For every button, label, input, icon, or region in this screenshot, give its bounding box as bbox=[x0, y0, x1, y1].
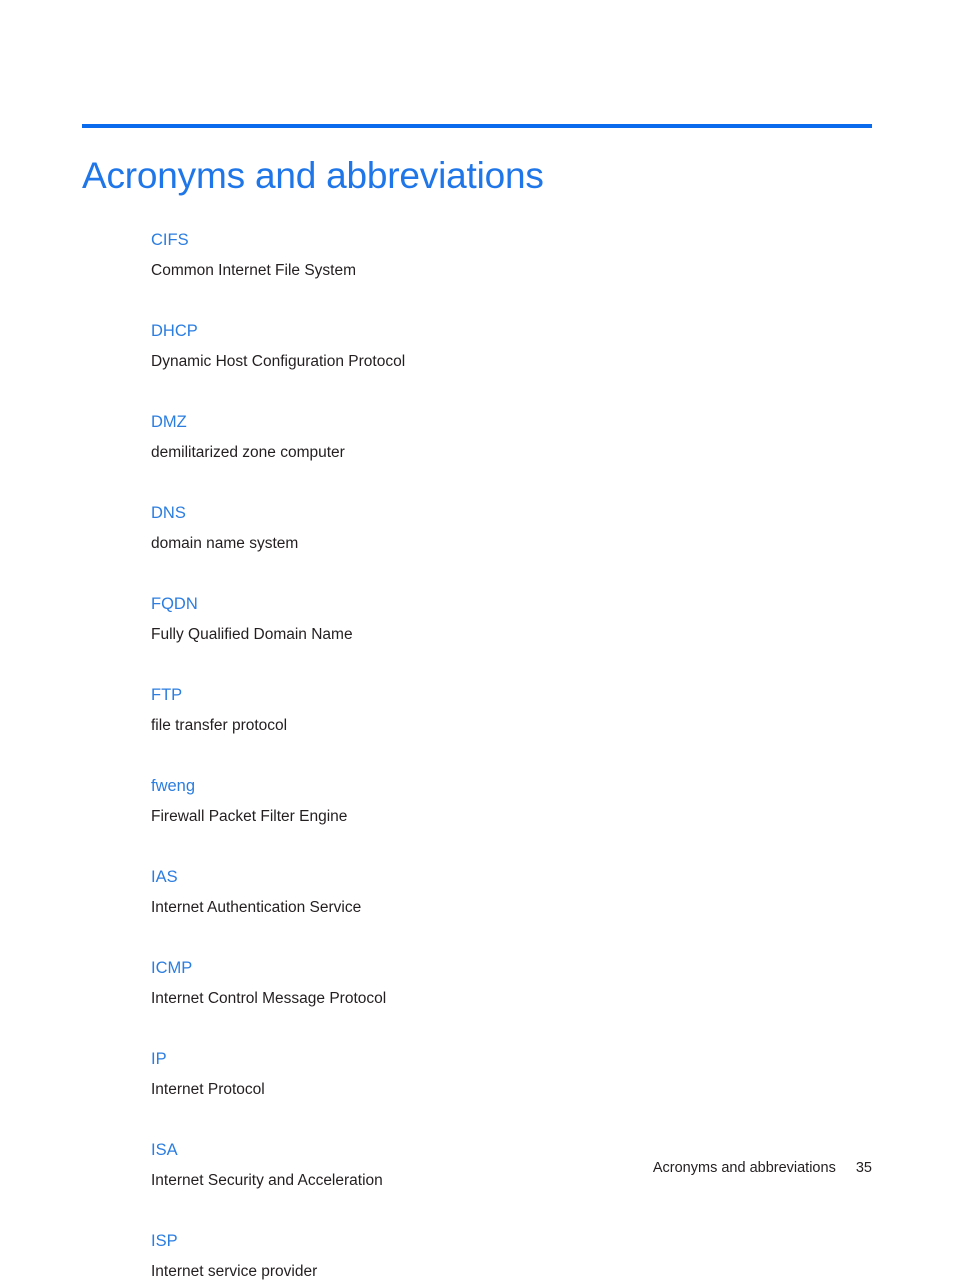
glossary-definition: Internet Control Message Protocol bbox=[151, 990, 387, 1007]
glossary-entry: FQDN Fully Qualified Domain Name bbox=[151, 594, 851, 645]
page-title: Acronyms and abbreviations bbox=[82, 154, 544, 196]
footer-page-number: 35 bbox=[855, 1160, 872, 1176]
glossary-definition: Fully Qualified Domain Name bbox=[151, 626, 353, 643]
glossary-entry: IP Internet Protocol bbox=[151, 1049, 851, 1100]
glossary-term: CIFS bbox=[151, 231, 189, 249]
glossary-entry: ICMP Internet Control Message Protocol bbox=[151, 958, 851, 1009]
glossary-entry: FTP file transfer protocol bbox=[151, 685, 851, 736]
glossary-definition: Internet Authentication Service bbox=[151, 899, 362, 916]
glossary-term: ICMP bbox=[151, 959, 193, 977]
glossary-term: FQDN bbox=[151, 595, 198, 613]
glossary-list: CIFS Common Internet File System DHCP Dynam… bbox=[151, 230, 851, 1282]
glossary-entry: DMZ demilitarized zone computer bbox=[151, 412, 851, 463]
glossary-term: IP bbox=[151, 1050, 167, 1068]
glossary-definition: Common Internet File System bbox=[151, 262, 357, 279]
glossary-term: FTP bbox=[151, 686, 183, 704]
glossary-term: DNS bbox=[151, 504, 186, 522]
glossary-term: DHCP bbox=[151, 322, 198, 340]
glossary-entry: IAS Internet Authentication Service bbox=[151, 867, 851, 918]
glossary-definition: demilitarized zone computer bbox=[151, 444, 345, 461]
glossary-entry: CIFS Common Internet File System bbox=[151, 230, 851, 281]
document-page: Acronyms and abbreviations CIFS Common In… bbox=[0, 0, 954, 1280]
glossary-definition: file transfer protocol bbox=[151, 717, 288, 734]
glossary-definition: Dynamic Host Configuration Protocol bbox=[151, 353, 406, 370]
heading-rule bbox=[82, 124, 872, 128]
glossary-term: DMZ bbox=[151, 413, 187, 431]
glossary-entry: DNS domain name system bbox=[151, 503, 851, 554]
glossary-entry: ISP Internet service provider bbox=[151, 1231, 851, 1282]
glossary-term: fweng bbox=[151, 777, 196, 795]
glossary-definition: domain name system bbox=[151, 535, 299, 552]
glossary-term: ISP bbox=[151, 1232, 178, 1250]
glossary-term: IAS bbox=[151, 868, 178, 886]
glossary-definition: Internet service provider bbox=[151, 1263, 318, 1280]
page-heading-block: Acronyms and abbreviations bbox=[82, 124, 872, 224]
page-footer: Acronyms and abbreviations 35 bbox=[82, 1158, 872, 1178]
glossary-entry: DHCP Dynamic Host Configuration Protocol bbox=[151, 321, 851, 372]
glossary-definition: Firewall Packet Filter Engine bbox=[151, 808, 348, 825]
glossary-definition: Internet Protocol bbox=[151, 1081, 265, 1098]
footer-section-label: Acronyms and abbreviations bbox=[652, 1160, 836, 1176]
glossary-entry: fweng Firewall Packet Filter Engine bbox=[151, 776, 851, 827]
